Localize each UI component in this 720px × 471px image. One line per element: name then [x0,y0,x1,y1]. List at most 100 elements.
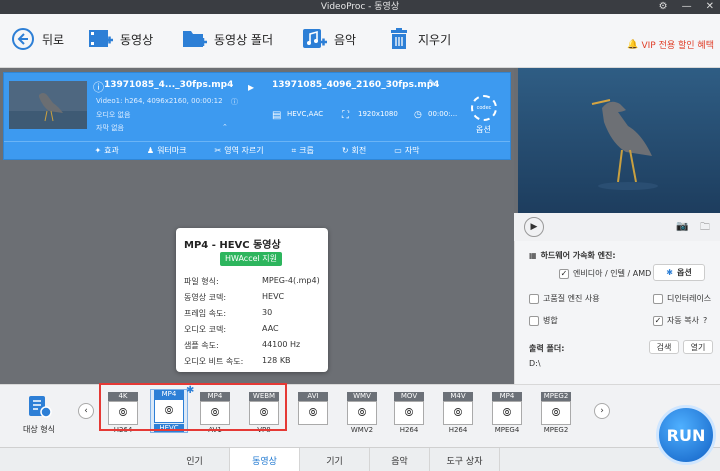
help-icon[interactable]: ? [703,316,707,325]
music-icon [302,26,328,52]
add-video-folder-button[interactable]: 동영상 폴더 [182,26,273,52]
rotate-label: 회전 [351,146,367,155]
format-mpeg2[interactable]: MPEG2 ⦾ MPEG2 [537,392,575,438]
hw-options-label: 옵션 [676,268,692,277]
add-video-button[interactable]: 동영상 [88,26,153,52]
watermark-button[interactable]: ♟ 워터마크 [147,145,187,156]
format-doc-icon: ⦾ [443,401,473,425]
options-label[interactable]: 옵션 [476,124,491,135]
format-wmv-wmv2[interactable]: WMV ⦾ WMV2 [343,392,381,438]
merge-checkbox[interactable]: 병합 [529,315,558,326]
watermark-label: 워터마크 [157,146,187,155]
format-doc-icon: ⦾ [298,401,328,425]
output-duration: 00:00:... [428,110,458,118]
tab-label: 음악 [391,456,408,467]
output-file-name[interactable]: 13971085_4096_2160_30fps.mp4 [272,80,439,90]
subtitle-button[interactable]: ▭ 자막 [394,145,419,156]
minimize-icon[interactable]: — [682,0,692,14]
audio-info[interactable]: 오디오 없음 [96,110,130,120]
format-mov-h264[interactable]: MOV ⦾ H264 [390,392,428,438]
settings-icon[interactable]: ⚙ [659,0,668,14]
folder-icon[interactable]: 🗀 [700,220,710,237]
next-formats-button[interactable]: › [594,403,610,419]
format-sub: H264 [399,426,419,434]
video-label: 동영상 [120,32,154,47]
hw-options-button[interactable]: ✱ 옵션 [653,264,705,281]
add-music-button[interactable]: 음악 [302,26,356,52]
format-tag: M4V [443,392,473,401]
rotate-icon: ↻ [341,146,349,155]
output-resolution: 1920x1080 [358,110,398,118]
tooltip-value: 44100 Hz [262,340,301,349]
format-doc-icon: ⦾ [394,401,424,425]
back-label: 뒤로 [42,32,65,47]
back-button[interactable]: 뒤로 [10,26,64,52]
hq-engine-check[interactable] [529,293,539,304]
tab-label: 기기 [326,456,343,467]
tab-label: 동영상 [252,456,277,467]
play-icon: ▶ [530,222,538,232]
close-icon[interactable]: ✕ [706,0,714,14]
edit-pencil-icon[interactable]: ✎ [428,79,436,89]
clear-button[interactable]: 지우기 [386,26,451,52]
gear-icon: ✱ [666,268,673,277]
crop-icon: ⌗ [291,145,297,155]
format-mp4-mpeg4[interactable]: MP4 ⦾ MPEG4 [488,392,526,438]
video-info: Video1: h264, 4096x2160, 00:00:12 [96,97,223,105]
cut-button[interactable]: ✂ 영역 자르기 [215,145,264,156]
rotate-button[interactable]: ↻ 회전 [342,145,366,156]
tab-video[interactable]: 동영상 [230,448,300,471]
hw-accel-checkbox[interactable]: ✓ 엔비디아 / 인텔 / AMD [559,268,651,279]
crop-button[interactable]: ⌗ 크롭 [292,145,314,156]
prev-formats-button[interactable]: ‹ [78,403,94,419]
format-doc-icon: ⦾ [541,401,571,425]
format-m4v-h264[interactable]: M4V ⦾ H264 [439,392,477,438]
format-avi[interactable]: AVI ⦾ [294,392,332,438]
stamp-icon: ♟ [146,146,155,155]
format-sub: MPEG4 [494,426,520,434]
info-icon[interactable]: ⓘ [93,79,104,95]
format-tag: WMV [347,392,377,401]
autocopy-check[interactable]: ✓ [653,315,663,326]
target-format-icon [29,396,52,418]
effects-button[interactable]: ✦ 효과 [94,145,118,156]
format-tag: MP4 [492,392,522,401]
clear-label: 지우기 [418,32,452,47]
play-button[interactable]: ▶ [524,217,544,237]
cut-label: 영역 자르기 [224,146,264,155]
deinterlace-check[interactable] [653,293,663,304]
video-track-info-icon[interactable]: ⓘ [231,97,238,107]
tab-device[interactable]: 기기 [300,448,370,471]
autocopy-checkbox[interactable]: ✓ 자동 복사 ? [653,315,707,326]
open-folder-button[interactable]: 열기 [683,340,713,354]
vip-offer-link[interactable]: 🔔 VIP 전용 할인 혜택 [627,38,714,52]
hq-engine-checkbox[interactable]: 고품질 엔진 사용 [529,293,600,304]
tooltip-value: MPEG-4(.mp4) [262,276,320,285]
resolution-icon: ⛶ [342,110,349,121]
snapshot-camera-icon[interactable]: 📷 [676,221,688,232]
run-button[interactable]: RUN [656,405,716,465]
tab-music[interactable]: 음악 [370,448,430,471]
browse-button[interactable]: 검색 [649,340,679,354]
tooltip-value: 128 KB [262,356,291,365]
subtitle-info[interactable]: 자막 없음 [96,123,124,133]
tooltip-key: 동영상 코덱: [184,293,227,302]
tab-toolbox[interactable]: 도구 상자 [430,448,500,471]
autocopy-label: 자동 복사 [667,316,699,325]
source-file-name: 13971085_4..._30fps.mp4 [104,80,234,90]
output-folder-heading: 출력 폴더: [529,343,564,354]
tooltip-key: 파일 형식: [184,277,219,286]
video-folder-label: 동영상 폴더 [214,32,274,47]
output-path[interactable]: D:\ [529,359,541,368]
codec-options-gear-icon[interactable]: codec [471,95,497,121]
target-format-button[interactable]: 대상 형식 [14,395,64,435]
subtitle-dropdown-icon[interactable]: ⌃ [222,123,228,131]
deinterlace-checkbox[interactable]: 디인터레이스 [653,293,711,304]
tooltip-key: 샘플 속도: [184,341,219,350]
output-path-value: D:\ [529,359,541,368]
merge-check[interactable] [529,315,539,326]
wand-icon: ✦ [94,146,102,155]
tab-popular[interactable]: 인기 [160,448,230,471]
hw-accel-check[interactable]: ✓ [559,268,569,279]
task-card[interactable]: ⓘ 13971085_4..._30fps.mp4 Video1: h264, … [3,72,511,160]
